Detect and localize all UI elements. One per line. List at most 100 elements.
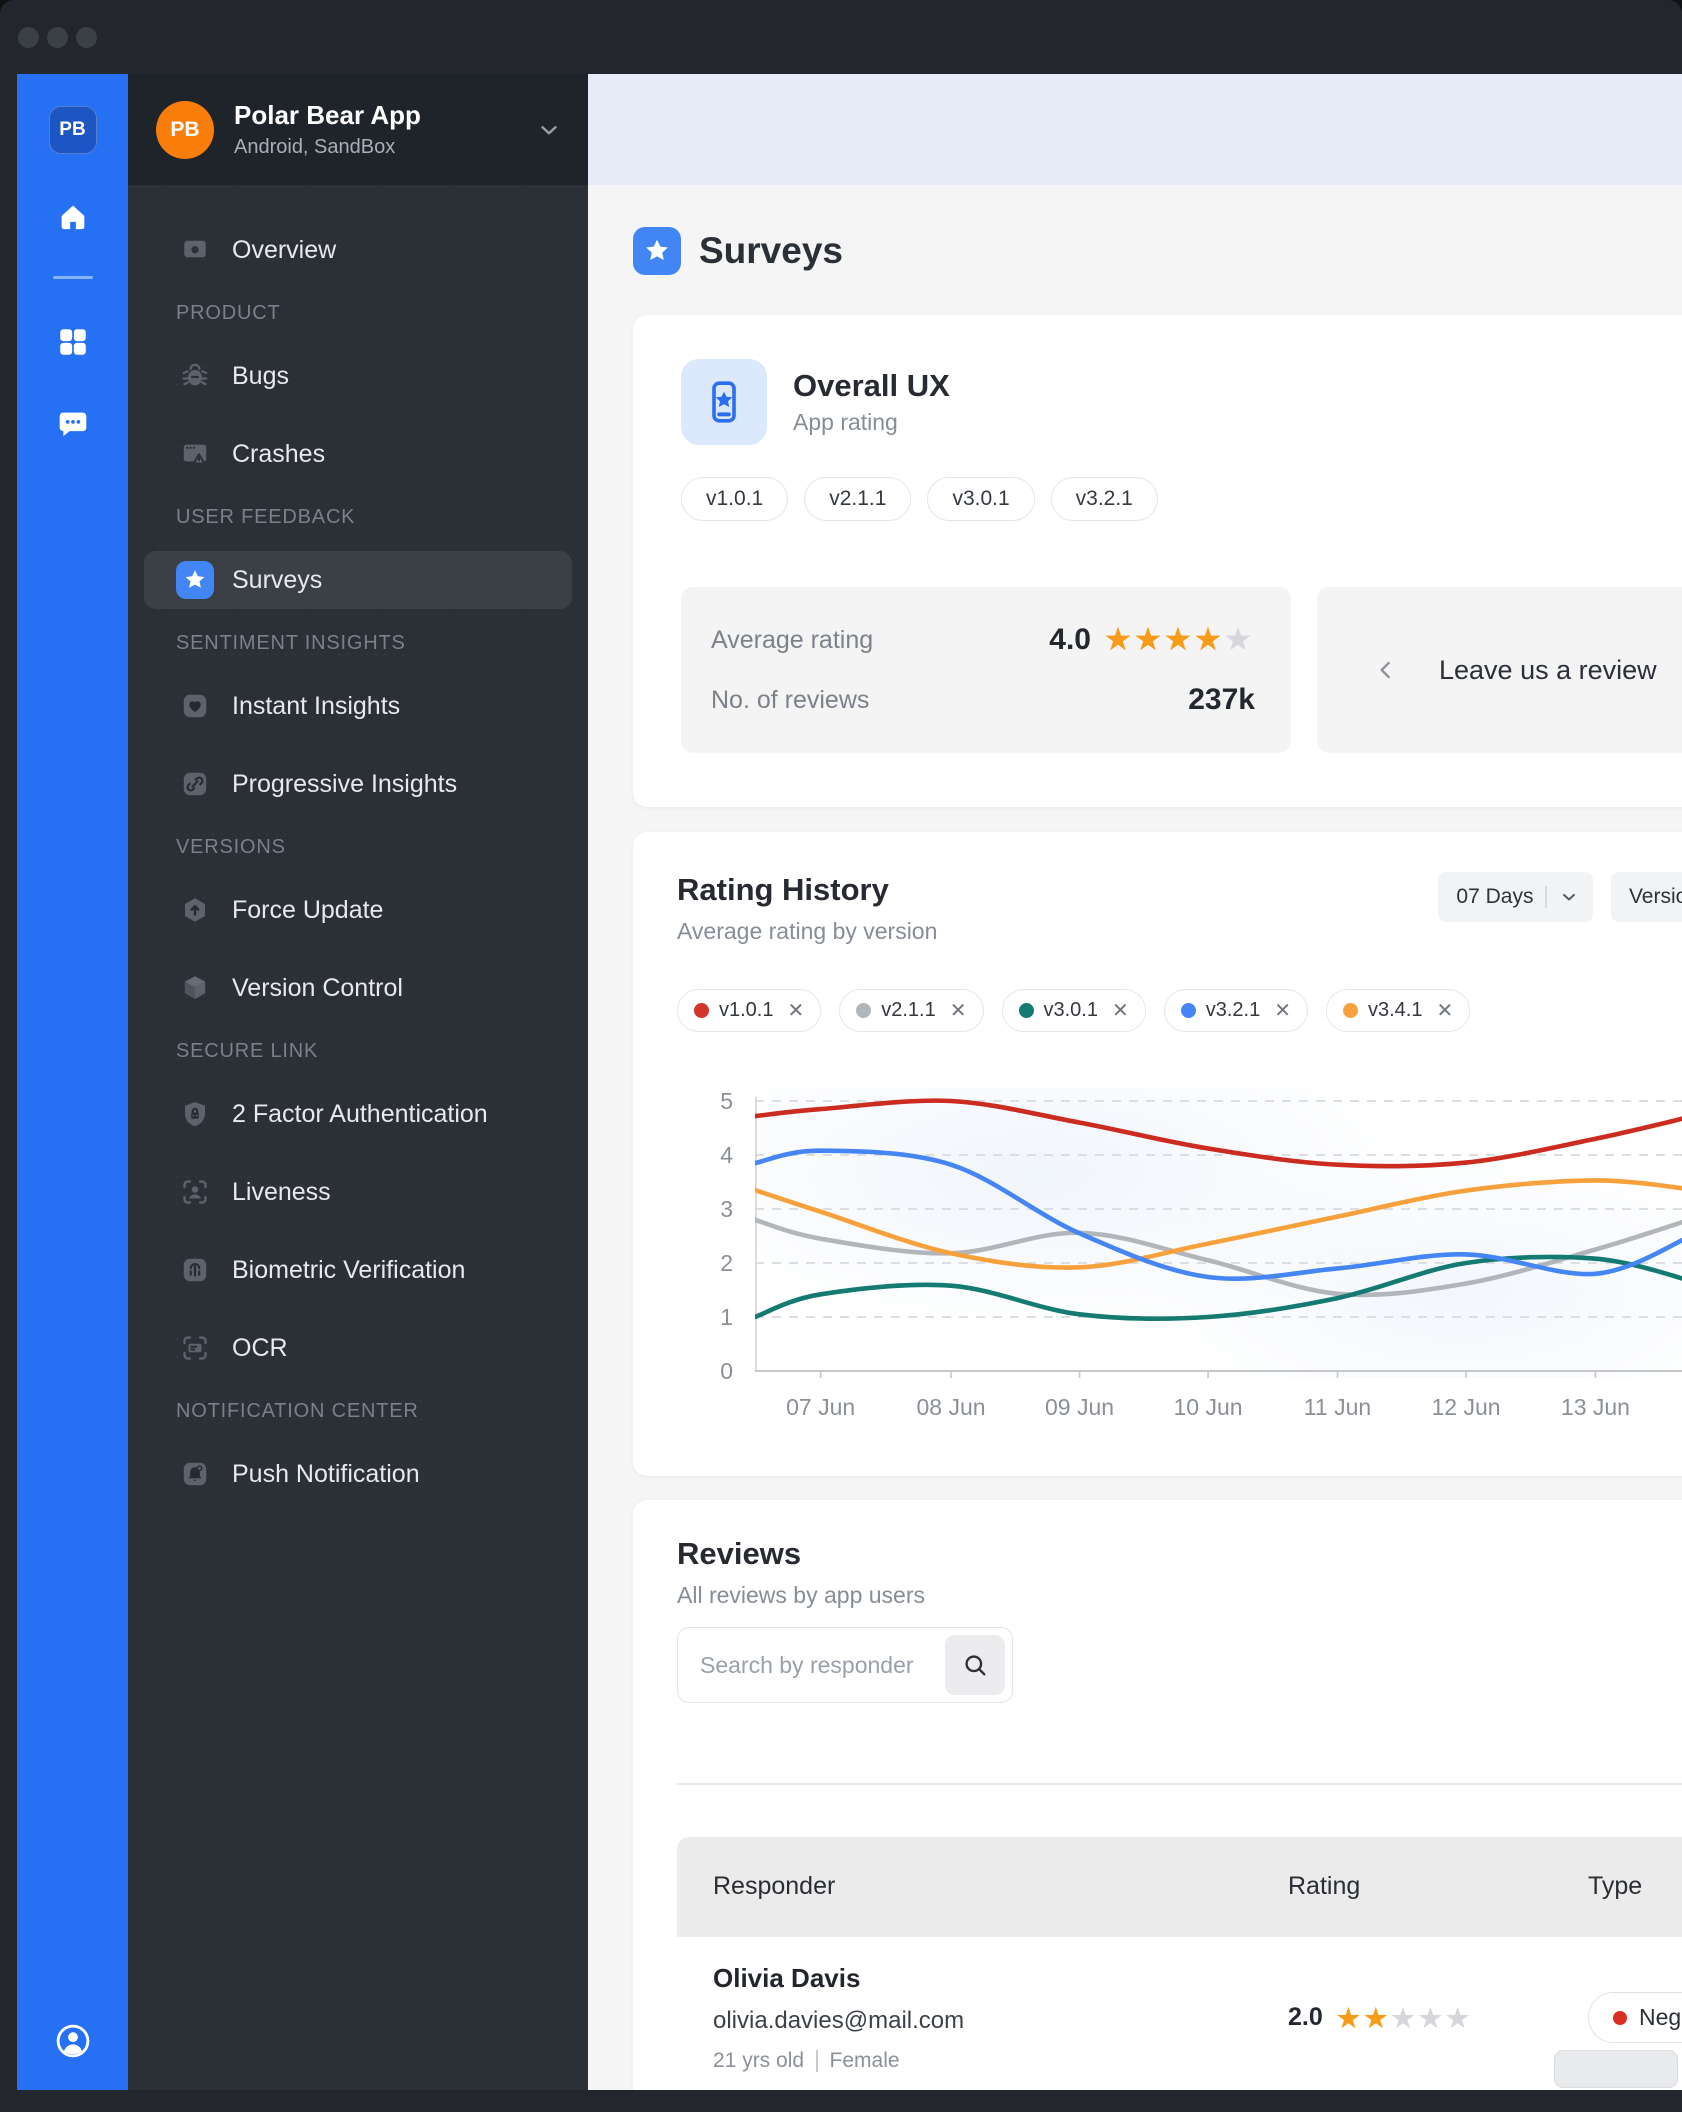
close-icon[interactable]: ✕	[1274, 998, 1291, 1023]
sidebar-item-label: Crashes	[232, 439, 326, 468]
table-row[interactable]: Olivia Davis olivia.davies@mail.com 21 y…	[677, 1937, 1682, 2097]
legend-label: v3.4.1	[1368, 999, 1423, 1021]
close-icon[interactable]: ✕	[787, 998, 804, 1023]
legend-dot-blue	[1180, 1003, 1196, 1018]
legend-chip-v321[interactable]: v3.2.1 ✕	[1163, 989, 1308, 1032]
close-icon[interactable]: ✕	[950, 998, 967, 1023]
search-box	[677, 1627, 1013, 1703]
sidebar-item-force-update[interactable]: Force Update	[144, 881, 572, 939]
sidebar-item-label: Biometric Verification	[232, 1255, 466, 1284]
chat-icon[interactable]	[54, 405, 92, 443]
rating-chart-svg	[755, 1088, 1682, 1378]
dashboard-grid-icon[interactable]	[54, 323, 92, 361]
sidebar-item-surveys[interactable]: Surveys	[144, 551, 572, 609]
leave-review-button[interactable]: Leave us a review	[1317, 587, 1682, 753]
window-control-maximize[interactable]	[76, 26, 97, 48]
y-axis-tick: 4	[720, 1142, 733, 1168]
surveys-page-icon	[633, 227, 681, 275]
chevron-left-icon	[1373, 657, 1399, 683]
sidebar-item-instant-insights[interactable]: Instant Insights	[144, 677, 572, 735]
date-range-value: 07 Days	[1456, 885, 1534, 908]
x-axis-tick: 13 Jun	[1560, 1394, 1630, 1420]
sidebar-item-label: Force Update	[232, 895, 384, 924]
section-title: Rating History	[677, 872, 889, 907]
leave-review-label: Leave us a review	[1439, 654, 1657, 685]
crash-icon	[176, 435, 214, 473]
x-axis-tick: 08 Jun	[916, 1394, 986, 1420]
sidebar-item-liveness[interactable]: Liveness	[144, 1163, 572, 1221]
version-chip[interactable]: v3.0.1	[927, 477, 1035, 521]
date-range-dropdown[interactable]: 07 Days	[1438, 872, 1593, 922]
window-control-close[interactable]	[18, 26, 39, 48]
legend-chip-v211[interactable]: v2.1.1 ✕	[839, 989, 984, 1032]
rail-divider	[52, 276, 93, 279]
versions-dropdown[interactable]: Versions	[1610, 872, 1682, 922]
x-axis-tick: 07 Jun	[786, 1394, 856, 1420]
search-button[interactable]	[945, 1635, 1005, 1695]
page-title: Surveys	[699, 230, 843, 271]
icon-rail: PB	[17, 74, 128, 2112]
sidebar-item-label: Surveys	[232, 565, 323, 594]
sidebar-item-biometric-verification[interactable]: Biometric Verification	[144, 1241, 572, 1299]
average-rating-panel: Average rating 4.0 ★★★★★ No. of reviews …	[681, 587, 1291, 753]
close-icon[interactable]: ✕	[1112, 998, 1129, 1023]
sidebar-item-crashes[interactable]: Crashes	[144, 425, 572, 483]
hexagon-up-arrow-icon	[176, 891, 214, 929]
workspace-name: Polar Bear App	[234, 100, 421, 131]
overview-icon	[176, 231, 214, 269]
cube-icon	[176, 969, 214, 1007]
dropdown-divider	[1545, 886, 1547, 908]
legend-chip-v101[interactable]: v1.0.1 ✕	[677, 989, 822, 1032]
sidebar-item-label: Version Control	[232, 973, 403, 1002]
version-chip-row: v1.0.1 v2.1.1 v3.0.1 v3.2.1	[681, 477, 1682, 521]
main-content: Surveys Overall UX App rating v1.0.1 v2.…	[588, 74, 1682, 2112]
reviews-count-value: 237k	[1188, 683, 1255, 716]
average-rating-stars: ★★★★★	[1105, 623, 1255, 656]
workspace-avatar: PB	[156, 100, 214, 159]
x-axis-tick: 10 Jun	[1173, 1394, 1243, 1420]
search-icon	[965, 1655, 986, 1676]
window-control-minimize[interactable]	[47, 26, 68, 48]
legend-chip-v301[interactable]: v3.0.1 ✕	[1001, 989, 1146, 1032]
average-rating-value: 4.0	[1049, 623, 1091, 656]
link-icon	[176, 765, 214, 803]
sidebar-item-label: OCR	[232, 1333, 288, 1362]
x-axis-tick: 09 Jun	[1045, 1394, 1115, 1420]
card-title: Overall UX	[793, 367, 950, 403]
version-chip[interactable]: v3.2.1	[1050, 477, 1158, 521]
version-chip[interactable]: v2.1.1	[804, 477, 912, 521]
version-chip[interactable]: v1.0.1	[681, 477, 789, 521]
responder-email: olivia.davies@mail.com	[713, 2006, 965, 2034]
home-icon[interactable]	[54, 198, 92, 236]
sidebar-item-bugs[interactable]: Bugs	[144, 347, 572, 405]
x-axis-tick: 11 Jun	[1303, 1394, 1372, 1420]
card-subtitle: App rating	[793, 409, 898, 436]
sidebar-item-ocr[interactable]: OCR	[144, 1319, 572, 1377]
type-badge: Negative	[1588, 1992, 1682, 2043]
column-type: Type	[1588, 1872, 1643, 1900]
y-axis-tick: 1	[720, 1304, 733, 1330]
sidebar-item-version-control[interactable]: Version Control	[144, 959, 572, 1017]
meta-divider	[816, 2049, 818, 2072]
sidebar-item-overview[interactable]: Overview	[144, 221, 572, 279]
sidebar-section-user-feedback: USER FEEDBACK	[176, 505, 356, 528]
versions-value: Versions	[1628, 885, 1682, 908]
sidebar-item-2fa[interactable]: 2 Factor Authentication	[144, 1085, 572, 1143]
close-icon[interactable]: ✕	[1436, 998, 1453, 1023]
rating-stars: ★★★★★	[1336, 2002, 1474, 2033]
sidebar-item-label: 2 Factor Authentication	[232, 1099, 488, 1128]
workspace-switcher[interactable]: PB Polar Bear App Android, SandBox	[128, 74, 588, 185]
bell-icon	[176, 1455, 214, 1493]
workspace-badge[interactable]: PB	[48, 106, 97, 154]
scroll-affordance[interactable]	[1554, 2050, 1678, 2088]
legend-dot-gray	[856, 1003, 872, 1018]
legend-chip-v341[interactable]: v3.4.1 ✕	[1326, 989, 1471, 1032]
sidebar-item-label: Liveness	[232, 1177, 331, 1206]
user-avatar-icon[interactable]	[54, 2022, 92, 2060]
rating-history-chart: 5 4 3 2 1 0 07 Jun 08 Jun 09 Jun 10 Jun …	[677, 1088, 1682, 1440]
sidebar-item-progressive-insights[interactable]: Progressive Insights	[144, 755, 572, 813]
sidebar-section-versions: VERSIONS	[176, 835, 286, 858]
sidebar-item-push-notification[interactable]: Push Notification	[144, 1445, 572, 1503]
shield-lock-icon	[176, 1095, 214, 1133]
y-axis-tick: 3	[720, 1196, 733, 1222]
